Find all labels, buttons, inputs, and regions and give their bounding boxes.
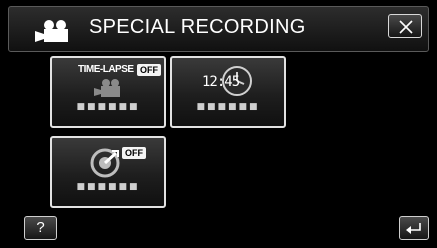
return-arrow-icon — [406, 223, 421, 234]
page-title: SPECIAL RECORDING — [89, 16, 306, 38]
timer-icon — [90, 148, 120, 178]
off-badge: OFF — [122, 147, 146, 159]
time-lapse-tile[interactable]: TIME-LAPSE OFF ■■■■■■ — [50, 56, 166, 128]
self-timer-tile[interactable]: OFF ■■■■■■ — [50, 136, 166, 208]
time-lapse-label: TIME-LAPSE — [78, 64, 134, 75]
close-button[interactable] — [388, 14, 422, 38]
tile-caption: ■■■■■■ — [76, 102, 140, 112]
close-icon — [399, 20, 413, 34]
tile-caption: ■■■■■■ — [76, 182, 140, 192]
tile-caption: ■■■■■■ — [196, 102, 260, 112]
back-button[interactable] — [399, 216, 429, 240]
movie-camera-icon — [94, 79, 120, 97]
clock-readout: 12:45 — [202, 74, 240, 90]
date-time-tile[interactable]: 12:45 ■■■■■■ — [170, 56, 286, 128]
off-badge: OFF — [137, 64, 161, 76]
help-button[interactable]: ? — [24, 216, 57, 240]
title-bar: SPECIAL RECORDING — [8, 6, 429, 52]
movie-camera-icon — [35, 20, 68, 42]
